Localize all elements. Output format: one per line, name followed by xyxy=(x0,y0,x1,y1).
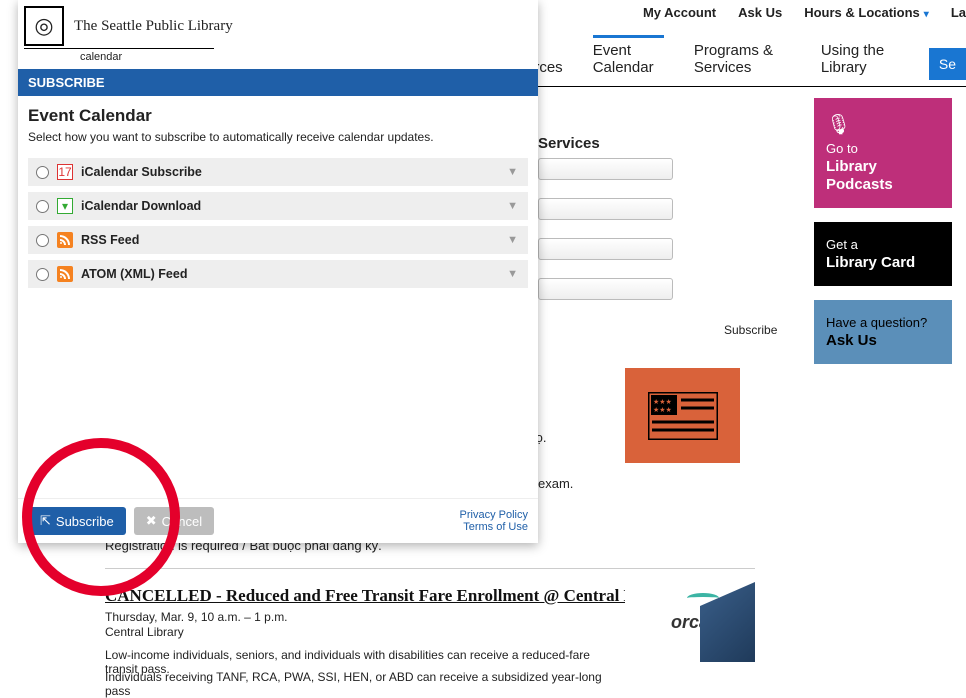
calendar-icon: 17 xyxy=(57,164,73,180)
modal-title-bar: SUBSCRIBE xyxy=(18,69,538,96)
subscribe-link[interactable]: Subscribe xyxy=(724,323,777,337)
subscribe-radio[interactable] xyxy=(36,166,49,179)
card-line1: Get a xyxy=(826,237,858,252)
card-line1: Have a question? xyxy=(826,315,927,330)
modal-instruction: Select how you want to subscribe to auto… xyxy=(28,130,528,144)
terms-of-use-link[interactable]: Terms of Use xyxy=(460,521,528,533)
subscribe-button[interactable]: ⇱ Subscribe xyxy=(28,507,126,535)
event-title-link[interactable]: CANCELLED - Reduced and Free Transit Far… xyxy=(105,586,681,606)
subscribe-option-label: iCalendar Download xyxy=(81,199,201,213)
subscribe-option-rss-feed[interactable]: RSS Feed ▼ xyxy=(28,226,528,254)
event-divider xyxy=(105,568,755,569)
download-icon: ▾ xyxy=(57,198,73,214)
card-line2: Ask Us xyxy=(826,332,877,349)
card-library-podcasts[interactable]: 🎙 Go to Library Podcasts xyxy=(814,98,952,208)
subscribe-radio[interactable] xyxy=(36,200,49,213)
chevron-down-icon: ▼ xyxy=(507,268,518,280)
card-line1: Go to xyxy=(826,141,858,156)
sidebar-cards: 🎙 Go to Library Podcasts Get a Library C… xyxy=(814,98,952,364)
subscribe-option-icalendar-download[interactable]: ▾ iCalendar Download ▼ xyxy=(28,192,528,220)
event-location: Central Library xyxy=(105,625,184,639)
library-logo-icon: ◎ xyxy=(24,6,64,46)
subscribe-radio[interactable] xyxy=(36,268,49,281)
cancel-button[interactable]: ✖ Cancel xyxy=(134,507,214,535)
subscribe-option-label: ATOM (XML) Feed xyxy=(81,267,187,281)
subscribe-option-atom-xml-feed[interactable]: ATOM (XML) Feed ▼ xyxy=(28,260,528,288)
microphone-icon: 🎙 xyxy=(826,112,940,137)
event-date: Thursday, Mar. 9, 10 a.m. – 1 p.m. xyxy=(105,610,288,624)
subscribe-button-label: Subscribe xyxy=(56,514,114,529)
chevron-down-icon: ▼ xyxy=(507,200,518,212)
filter-dropdown-1[interactable] xyxy=(538,158,673,180)
svg-text:★★★: ★★★ xyxy=(653,398,672,406)
cancel-button-label: Cancel xyxy=(162,514,202,529)
modal-heading: Event Calendar xyxy=(28,106,528,126)
card-library-card[interactable]: Get a Library Card xyxy=(814,222,952,286)
subscribe-modal: ◎ The Seattle Public Library calendar SU… xyxy=(18,0,538,543)
logo-subtitle: calendar xyxy=(24,48,214,63)
library-name: The Seattle Public Library xyxy=(74,18,233,35)
card-line2: Library Card xyxy=(826,254,915,271)
subscribe-option-icalendar-subscribe[interactable]: 17 iCalendar Subscribe ▼ xyxy=(28,158,528,186)
close-icon: ✖ xyxy=(146,513,157,529)
event-desc-fragment-2: exam. xyxy=(538,476,573,491)
privacy-policy-link[interactable]: Privacy Policy xyxy=(460,509,528,521)
svg-text:★★★: ★★★ xyxy=(653,406,672,414)
filter-dropdown-4[interactable] xyxy=(538,278,673,300)
filter-dropdown-2[interactable] xyxy=(538,198,673,220)
subscribe-option-label: RSS Feed xyxy=(81,233,139,247)
filter-dropdown-3[interactable] xyxy=(538,238,673,260)
rss-icon xyxy=(57,232,73,248)
subscribe-option-label: iCalendar Subscribe xyxy=(81,165,202,179)
rss-icon xyxy=(57,266,73,282)
chevron-down-icon: ▼ xyxy=(507,166,518,178)
modal-logo-header: ◎ The Seattle Public Library calendar xyxy=(18,0,538,69)
card-line2: Library Podcasts xyxy=(826,158,893,193)
event-description-2: Individuals receiving TANF, RCA, PWA, SS… xyxy=(105,670,625,698)
subscribe-radio[interactable] xyxy=(36,234,49,247)
card-ask-us[interactable]: Have a question? Ask Us xyxy=(814,300,952,364)
chevron-down-icon: ▼ xyxy=(507,234,518,246)
external-link-icon: ⇱ xyxy=(40,513,51,529)
filter-heading-services: Services xyxy=(538,135,600,152)
citizenship-flag-image: ★★★★★★ xyxy=(625,368,740,463)
